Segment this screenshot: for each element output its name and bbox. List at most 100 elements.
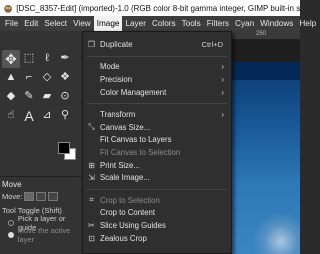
clone-tool[interactable]: ⊙ <box>56 88 74 106</box>
measure-icon: ⊿ <box>42 109 52 121</box>
dock-divider <box>0 176 84 177</box>
radio-move-label: Move the active layer <box>17 226 71 244</box>
menu-item-label: Canvas Size... <box>100 122 151 132</box>
menu-separator <box>87 55 227 57</box>
move-selection-mode-button[interactable] <box>36 191 47 201</box>
move-mode-row: Move: <box>2 190 84 202</box>
crop-tool[interactable]: ⌐ <box>20 69 38 87</box>
paths-icon: ✒ <box>60 52 70 64</box>
zealous-crop-icon: ⊡ <box>88 233 95 243</box>
crop-selection-icon: ⌗ <box>89 195 94 205</box>
menu-item-label: Duplicate <box>100 39 133 49</box>
gimp-app-icon <box>4 5 12 13</box>
slice-guides-icon: ✂ <box>88 221 95 231</box>
menu-item-label: Crop to Content <box>100 208 156 218</box>
menu-colors[interactable]: Colors <box>149 16 179 31</box>
menu-item-label: Precision <box>100 74 133 84</box>
move-layer-mode-button[interactable] <box>24 191 35 201</box>
shortcut-label: Ctrl+D <box>201 39 223 49</box>
radio-move-active[interactable]: Move the active layer <box>2 226 84 244</box>
menu-item-color-management[interactable]: Color Management › <box>83 86 231 99</box>
image-sky-top <box>232 62 300 80</box>
menu-item-slice-guides[interactable]: ✂ Slice Using Guides <box>83 219 231 232</box>
brush-icon: ✎ <box>24 90 34 102</box>
menu-item-label: Print Size... <box>100 160 140 170</box>
paintbrush-tool[interactable]: ✎ <box>20 88 38 106</box>
submenu-arrow-icon: › <box>221 110 224 120</box>
title-bar: [DSC_8357-Edit] (imported)-1.0 (RGB colo… <box>0 0 300 16</box>
lasso-tool[interactable]: ℓ <box>38 50 56 68</box>
menu-tools[interactable]: Tools <box>179 16 204 31</box>
smudge-tool[interactable]: ☝ <box>2 107 20 125</box>
print-size-icon: ⊞ <box>88 160 95 170</box>
menu-item-mode[interactable]: Mode › <box>83 61 231 74</box>
zoom-tool[interactable]: ⚲ <box>56 107 74 125</box>
menu-view[interactable]: View <box>70 16 94 31</box>
menu-item-label: Zealous Crop <box>100 233 147 243</box>
transform-icon: ◇ <box>42 71 52 83</box>
toolbox-dock: ✥ ⬚ ℓ ✒ ▲ ⌐ ◇ ❖ ◆ ✎ ▰ ⊙ ☝ A ⊿ ⚲ Move Mov… <box>0 31 84 254</box>
foreground-select-icon: ▲ <box>5 71 17 83</box>
menu-item-crop-selection[interactable]: ⌗ Crop to Selection <box>83 194 231 207</box>
menu-item-scale-image[interactable]: ⇲ Scale Image... <box>83 171 231 184</box>
radio-button[interactable] <box>8 220 14 226</box>
menu-item-crop-content[interactable]: Crop to Content <box>83 207 231 220</box>
menu-item-fit-canvas-layers[interactable]: Fit Canvas to Layers <box>83 134 231 147</box>
image-cloud <box>252 212 300 254</box>
text-icon: A <box>24 107 34 124</box>
move-path-mode-button[interactable] <box>48 191 59 201</box>
menu-separator <box>87 103 227 105</box>
tool-options-panel: Move Move: Tool Toggle (Shift) Pick a la… <box>2 179 84 244</box>
move-mode-label: Move: <box>2 191 23 201</box>
menu-layer[interactable]: Layer <box>122 16 148 31</box>
rect-select-tool[interactable]: ⬚ <box>20 50 38 68</box>
menu-item-precision[interactable]: Precision › <box>83 73 231 86</box>
menu-help[interactable]: Help <box>296 16 319 31</box>
bucket-fill-tool[interactable]: ◆ <box>2 88 20 106</box>
eraser-tool[interactable]: ▰ <box>38 88 56 106</box>
smudge-icon: ☝ <box>7 109 15 121</box>
menu-item-transform[interactable]: Transform › <box>83 108 231 121</box>
crop-icon: ⌐ <box>25 71 33 83</box>
menu-item-label: Transform <box>100 110 136 120</box>
scale-image-icon: ⇲ <box>88 173 95 183</box>
color-swatches[interactable] <box>58 142 78 162</box>
lasso-icon: ℓ <box>45 52 49 64</box>
foreground-color[interactable] <box>58 142 70 154</box>
foreground-select-tool[interactable]: ▲ <box>2 69 20 87</box>
tool-options-title: Move <box>2 180 22 189</box>
menu-item-label: Crop to Selection <box>100 195 160 205</box>
menu-item-canvas-size[interactable]: ⤡ Canvas Size... <box>83 121 231 134</box>
menu-item-label: Mode <box>100 62 120 72</box>
menu-item-fit-canvas-selection[interactable]: Fit Canvas to Selection <box>83 146 231 159</box>
image-canvas[interactable] <box>232 62 300 254</box>
unified-transform-tool[interactable]: ◇ <box>38 69 56 87</box>
rect-select-icon: ⬚ <box>23 52 35 64</box>
clone-icon: ⊙ <box>60 90 70 102</box>
move-tool[interactable]: ✥ <box>2 49 20 68</box>
menu-item-label: Scale Image... <box>100 173 150 183</box>
menu-separator <box>87 188 227 190</box>
menu-item-print-size[interactable]: ⊞ Print Size... <box>83 159 231 172</box>
zoom-icon: ⚲ <box>60 109 70 121</box>
bucket-icon: ◆ <box>6 90 16 102</box>
menu-filters[interactable]: Filters <box>204 16 232 31</box>
menu-file[interactable]: File <box>2 16 21 31</box>
ruler-tick-label: 250 <box>256 31 267 37</box>
warp-tool[interactable]: ❖ <box>56 69 74 87</box>
eraser-icon: ▰ <box>42 90 52 102</box>
move-icon: ✥ <box>5 50 17 67</box>
submenu-arrow-icon: › <box>221 62 224 72</box>
radio-button-selected[interactable] <box>8 232 14 238</box>
menu-item-zealous-crop[interactable]: ⊡ Zealous Crop <box>83 232 231 245</box>
menu-cyan[interactable]: Cyan <box>232 16 257 31</box>
measure-tool[interactable]: ⊿ <box>38 107 56 125</box>
menu-item-duplicate[interactable]: ❐ Duplicate Ctrl+D <box>83 38 231 51</box>
menu-edit[interactable]: Edit <box>21 16 41 31</box>
duplicate-icon: ❐ <box>87 40 96 49</box>
text-tool[interactable]: A <box>20 107 38 125</box>
paths-tool[interactable]: ✒ <box>56 50 74 68</box>
menu-windows[interactable]: Windows <box>257 16 296 31</box>
menu-select[interactable]: Select <box>41 16 70 31</box>
menu-image[interactable]: Image <box>93 16 123 31</box>
